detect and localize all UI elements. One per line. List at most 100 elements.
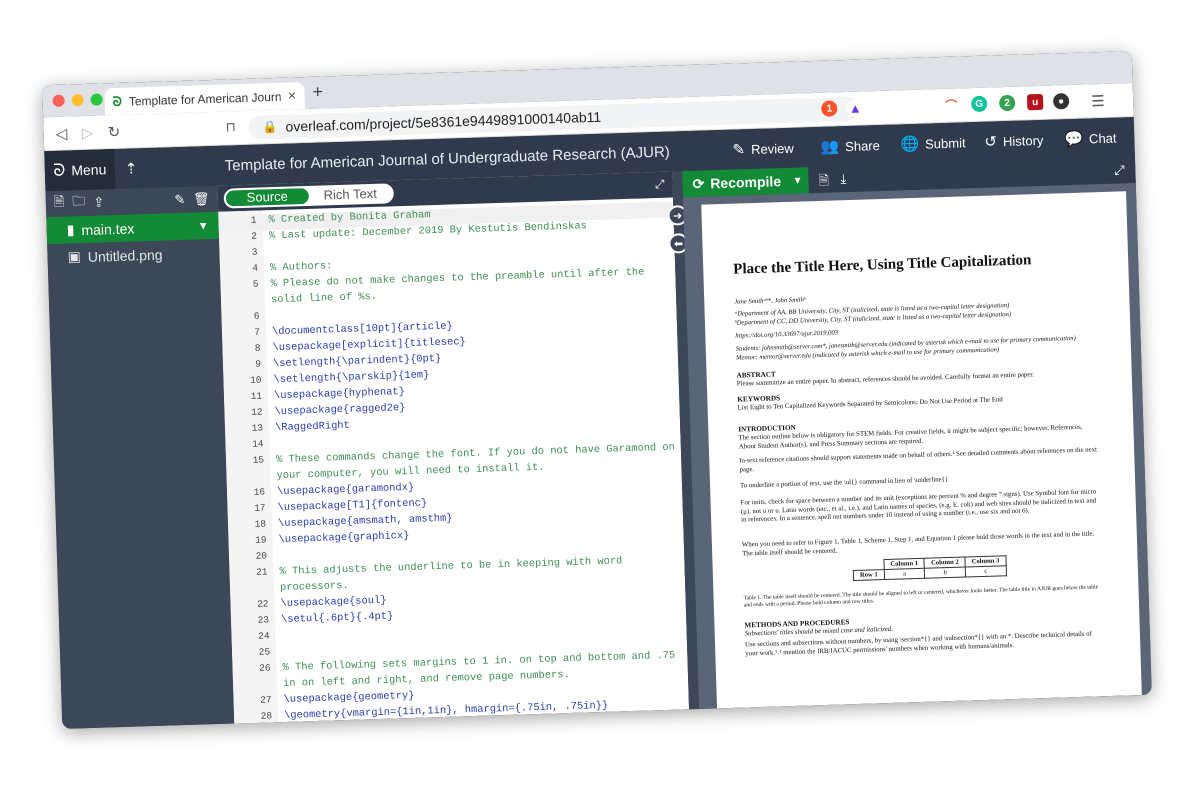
upload-icon[interactable]: ⇡ — [125, 159, 138, 177]
line-number: 25 — [258, 646, 271, 658]
logs-icon[interactable]: 🗎 — [818, 172, 829, 194]
line-number: 23 — [257, 614, 270, 626]
submit-button[interactable]: 🌐 Submit — [900, 122, 966, 164]
rich-text-mode-button[interactable]: Rich Text — [309, 185, 392, 204]
extension-badge-icon[interactable]: 2 — [998, 94, 1016, 112]
intro-paragraph-2: In-text reference citations should suppo… — [739, 446, 1098, 474]
chevron-down-icon[interactable]: ▼ — [792, 175, 802, 186]
upload-file-icon[interactable]: ⇪ — [93, 194, 104, 210]
chat-label: Chat — [1088, 130, 1117, 146]
history-button[interactable]: ↺ History — [984, 120, 1044, 162]
new-tab-button[interactable]: + — [312, 81, 323, 102]
source-mode-button[interactable]: Source — [225, 187, 310, 207]
globe-icon: 🌐 — [900, 135, 920, 154]
line-number: 17 — [253, 502, 266, 514]
line-number: 24 — [257, 630, 270, 642]
file-item-untitled-png[interactable]: ▣ Untitled.png — [47, 239, 220, 271]
bookmark-icon[interactable]: ⊓ — [225, 119, 236, 135]
chevron-down-icon[interactable]: ▼ — [198, 220, 209, 232]
keywords-heading: KEYWORDS — [737, 394, 781, 404]
new-folder-icon[interactable]: 🗀 — [72, 192, 86, 214]
abstract-heading: ABSTRACT — [736, 370, 776, 380]
abstract-text: Please summarize an entire paper. In abs… — [736, 371, 1035, 388]
share-button[interactable]: 👥 Share — [820, 125, 881, 167]
chat-icon: 💬 — [1064, 130, 1084, 149]
review-button[interactable]: ✎ Review — [732, 128, 794, 170]
line-number: 8 — [254, 342, 261, 354]
expand-pdf-icon[interactable]: ⤢ — [1114, 162, 1125, 178]
brave-rewards-icon[interactable]: ▲ — [847, 99, 864, 116]
tab-title: Template for American Journal of — [128, 89, 281, 109]
minimize-window-button[interactable] — [71, 93, 84, 107]
back-icon[interactable]: ◁ — [55, 125, 67, 143]
code-text: solid line of %s. — [270, 290, 378, 307]
table-row-label: Row 1 — [853, 569, 885, 581]
file-tree: 🗎 🗀 ⇪ ✎ 🗑 ▮ main.tex ▼ ▣ Untitled.png — [45, 185, 235, 729]
line-number — [221, 295, 259, 296]
rename-icon[interactable]: ✎ — [174, 192, 185, 208]
extension-arc-icon[interactable]: ⌒ — [942, 96, 960, 113]
line-number — [233, 678, 271, 679]
browser-menu-icon[interactable]: ☰ — [1091, 92, 1105, 110]
line-number: 28 — [260, 710, 273, 722]
ublock-icon[interactable]: u — [1026, 93, 1044, 111]
paper-authors: Jane Smithᵃᵇ*, John Smithᵇ — [734, 296, 806, 306]
code-editor[interactable]: 1% Created by Bonita Graham 2% Last updat… — [218, 198, 689, 724]
keywords-text: List Eight to Ten Capitalized Keywords S… — [737, 396, 1003, 412]
project-title[interactable]: Template for American Journal of Undergr… — [225, 144, 671, 175]
file-name: Untitled.png — [87, 246, 163, 265]
download-icon[interactable]: ⤓ — [840, 171, 846, 187]
paper-title: Place the Title Here, Using Title Capita… — [733, 252, 1032, 278]
menu-button[interactable]: ᘐ Menu — [44, 149, 116, 192]
reload-icon[interactable]: ↻ — [107, 123, 120, 141]
line-number: 5 — [252, 278, 259, 290]
grammarly-icon[interactable]: G — [970, 95, 988, 113]
intro-paragraph-3: To underline a portion of text, use the … — [739, 476, 949, 490]
maximize-window-button[interactable] — [90, 93, 103, 106]
refresh-icon: ⟳ — [692, 175, 705, 192]
close-tab-icon[interactable]: ✕ — [287, 89, 297, 102]
image-file-icon: ▣ — [67, 248, 82, 265]
editor-panel: Source Rich Text ⤢ 1 % Created by Bonita … — [217, 171, 690, 724]
table-cell: b — [924, 567, 966, 579]
line-number: 4 — [252, 262, 259, 274]
line-number: 19 — [254, 534, 267, 546]
pdf-panel: ⟳ Recompile ▼ 🗎 ⤓ ⤢ Place the Title Here… — [682, 156, 1152, 709]
forward-icon[interactable]: ▷ — [81, 124, 93, 142]
table-caption: Table 1. The table itself should be cent… — [743, 584, 1099, 609]
intro-paragraph-5: When you need to refer to Figure 1, Tabl… — [741, 530, 1095, 558]
line-number: 26 — [258, 662, 271, 674]
pdf-page[interactable]: Place the Title Here, Using Title Capita… — [701, 191, 1142, 709]
line-number: 2 — [251, 230, 258, 242]
close-window-button[interactable] — [52, 94, 65, 107]
lock-icon: 🔒 — [262, 119, 278, 135]
line-number: 13 — [251, 422, 264, 434]
new-file-icon[interactable]: 🗎 — [54, 193, 65, 215]
paper-table: Column 1 Column 2 Column 3 Row 1 a b c — [852, 555, 1007, 581]
overleaf-favicon-icon: ᘐ — [112, 93, 123, 109]
extension-puzzle-icon[interactable]: ● — [1052, 93, 1070, 110]
intro-paragraph-4: For units, check for space between a num… — [740, 488, 1097, 524]
chat-button[interactable]: 💬 Chat — [1064, 118, 1117, 160]
line-number — [230, 582, 268, 583]
code-text: \setul{.6pt}{.4pt} — [280, 610, 394, 627]
paper-doi: https://doi.org/10.33697/ajur.2019.003 — [735, 329, 839, 340]
line-number: 11 — [250, 390, 263, 402]
code-text: \usepackage{fancyhdr} — [284, 722, 415, 724]
line-number: 1 — [250, 214, 257, 226]
code-text: % Created by Bonita Graham — [268, 209, 431, 227]
history-label: History — [1002, 132, 1044, 149]
line-number: 22 — [256, 598, 269, 610]
file-icon: ▮ — [66, 221, 75, 238]
line-number — [226, 470, 264, 471]
submit-label: Submit — [924, 134, 966, 152]
expand-editor-icon[interactable]: ⤢ — [655, 177, 665, 192]
line-number: 21 — [255, 566, 268, 578]
delete-icon[interactable]: 🗑 — [193, 191, 210, 208]
users-icon: 👥 — [820, 138, 840, 156]
recompile-button[interactable]: ⟳ Recompile ▼ — [682, 167, 809, 198]
review-icon: ✎ — [732, 141, 746, 159]
review-label: Review — [750, 140, 794, 157]
url-text: overleaf.com/project/5e8361e944989100014… — [285, 108, 602, 135]
